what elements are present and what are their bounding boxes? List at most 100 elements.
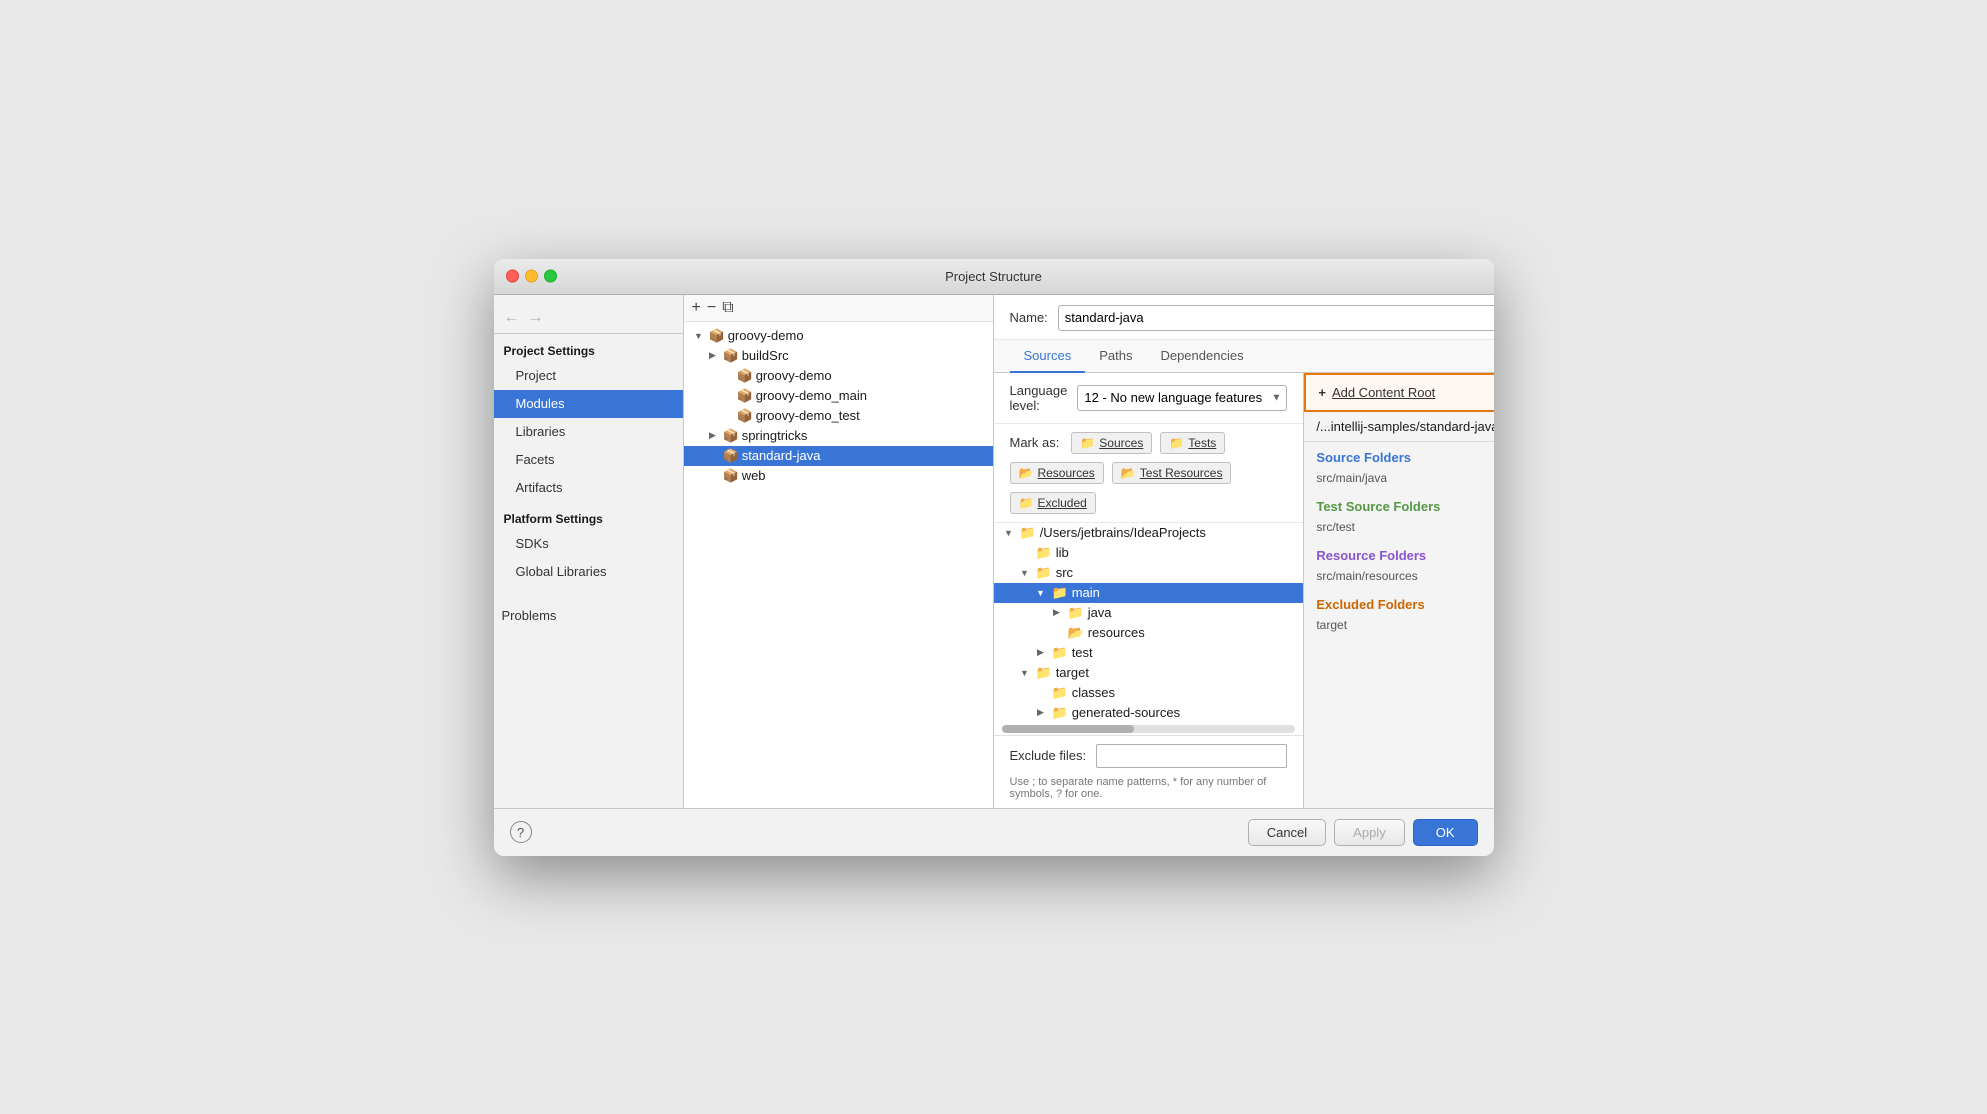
resource-folders-section: Resource Folders src/main/resources ✎ ✕ xyxy=(1304,540,1493,589)
test-source-folder-path: src/test xyxy=(1316,520,1493,534)
file-tree-item-target[interactable]: ▼ 📁 target xyxy=(994,663,1304,683)
add-content-root-label: Add Content Root xyxy=(1332,385,1435,400)
tests-folder-icon: 📁 xyxy=(1169,436,1184,450)
tree-item-springtricks[interactable]: ▶ 📦 springtricks xyxy=(684,426,993,446)
src-folder-icon: 📁 xyxy=(1036,565,1052,581)
source-folders-title: Source Folders xyxy=(1316,450,1493,465)
test-resources-folder-icon: 📂 xyxy=(1121,466,1136,480)
file-tree-item-root[interactable]: ▼ 📁 /Users/jetbrains/IdeaProjects xyxy=(994,523,1304,543)
close-button[interactable] xyxy=(506,270,519,283)
module-icon: 📦 xyxy=(737,368,753,384)
file-tree-item-generated-sources[interactable]: ▶ 📁 generated-sources xyxy=(994,703,1304,723)
mark-tests-label: Tests xyxy=(1188,436,1216,450)
excluded-folders-title: Excluded Folders xyxy=(1316,597,1493,612)
ok-button[interactable]: OK xyxy=(1413,819,1478,846)
tree-item-groovy-demo-child[interactable]: 📦 groovy-demo xyxy=(684,366,993,386)
sidebar-item-artifacts[interactable]: Artifacts xyxy=(494,474,683,502)
tree-item-web[interactable]: 📦 web xyxy=(684,466,993,486)
remove-module-button[interactable]: − xyxy=(707,300,716,316)
main-folder-icon: 📁 xyxy=(1052,585,1068,601)
module-tree: ▼ 📦 groovy-demo ▶ 📦 buildSrc 📦 groovy-de… xyxy=(684,322,993,808)
file-tree-item-test[interactable]: ▶ 📁 test xyxy=(994,643,1304,663)
resource-folder-entry-0: src/main/resources ✎ ✕ xyxy=(1316,567,1493,585)
title-bar: Project Structure xyxy=(494,259,1494,295)
lang-level-label: Language level: xyxy=(1010,383,1068,413)
module-icon: 📦 xyxy=(723,428,739,444)
help-button[interactable]: ? xyxy=(510,821,532,843)
content-root-header: /...intellij-samples/standard-java ✕ xyxy=(1304,412,1493,442)
question-mark-icon: ? xyxy=(517,825,524,840)
sidebar-item-project[interactable]: Project xyxy=(494,362,683,390)
file-tree-item-resources[interactable]: 📂 resources xyxy=(994,623,1304,643)
name-input[interactable] xyxy=(1058,305,1494,331)
minimize-button[interactable] xyxy=(525,270,538,283)
test-source-folders-section: Test Source Folders src/test ✎ ✕ xyxy=(1304,491,1493,540)
cancel-button[interactable]: Cancel xyxy=(1248,819,1326,846)
lang-level-select[interactable]: 12 - No new language features xyxy=(1077,385,1287,411)
footer-left: ? xyxy=(510,821,1240,843)
resources-folder-icon2: 📂 xyxy=(1068,625,1084,641)
resource-folder-path: src/main/resources xyxy=(1316,569,1493,583)
back-arrow[interactable]: ← xyxy=(504,309,520,327)
sidebar-item-facets[interactable]: Facets xyxy=(494,446,683,474)
exclude-label: Exclude files: xyxy=(1010,748,1087,763)
forward-arrow[interactable]: → xyxy=(528,309,544,327)
source-folders-section: Source Folders src/main/java ✎ ✕ xyxy=(1304,442,1493,491)
mark-as-excluded-button[interactable]: 📁 Excluded xyxy=(1010,492,1096,514)
tree-item-groovy-demo-test[interactable]: 📦 groovy-demo_test xyxy=(684,406,993,426)
dialog-footer: ? Cancel Apply OK xyxy=(494,808,1494,856)
file-tree-item-lib[interactable]: 📁 lib xyxy=(994,543,1304,563)
maximize-button[interactable] xyxy=(544,270,557,283)
sidebar-item-sdks[interactable]: SDKs xyxy=(494,530,683,558)
content-root-path: /...intellij-samples/standard-java xyxy=(1316,419,1493,434)
tab-dependencies[interactable]: Dependencies xyxy=(1146,340,1257,373)
module-icon: 📦 xyxy=(723,468,739,484)
platform-settings-header: Platform Settings xyxy=(494,502,683,530)
sidebar-item-modules[interactable]: Modules xyxy=(494,390,683,418)
mark-as-resources-button[interactable]: 📂 Resources xyxy=(1010,462,1104,484)
tree-item-groovy-demo-main[interactable]: 📦 groovy-demo_main xyxy=(684,386,993,406)
resource-folders-title: Resource Folders xyxy=(1316,548,1493,563)
copy-module-button[interactable]: ⧉ xyxy=(722,300,733,316)
module-tree-panel: + − ⧉ ▼ 📦 groovy-demo ▶ 📦 buildSrc xyxy=(684,295,994,808)
test-source-folder-entry-0: src/test ✎ ✕ xyxy=(1316,518,1493,536)
add-module-button[interactable]: + xyxy=(692,300,701,316)
module-icon: 📦 xyxy=(723,348,739,364)
mark-as-sources-button[interactable]: 📁 Sources xyxy=(1071,432,1152,454)
module-icon: 📦 xyxy=(709,328,725,344)
file-tree-item-src[interactable]: ▼ 📁 src xyxy=(994,563,1304,583)
mark-sources-label: Sources xyxy=(1099,436,1143,450)
tree-item-standard-java[interactable]: 📦 standard-java xyxy=(684,446,993,466)
sidebar-item-libraries[interactable]: Libraries xyxy=(494,418,683,446)
exclude-input[interactable] xyxy=(1096,744,1287,768)
mark-as-label: Mark as: xyxy=(1010,435,1060,450)
module-icon: 📦 xyxy=(737,388,753,404)
sidebar-item-problems[interactable]: Problems xyxy=(494,602,683,630)
dialog-body: ← → Project Settings Project Modules Lib… xyxy=(494,295,1494,808)
mark-as-tests-button[interactable]: 📁 Tests xyxy=(1160,432,1225,454)
lang-level-row: Language level: 12 - No new language fea… xyxy=(994,373,1304,424)
tree-item-buildsrc[interactable]: ▶ 📦 buildSrc xyxy=(684,346,993,366)
sidebar-item-global-libraries[interactable]: Global Libraries xyxy=(494,558,683,586)
horizontal-scrollbar[interactable] xyxy=(1002,725,1296,733)
add-content-root-button[interactable]: + Add Content Root xyxy=(1304,373,1493,412)
mark-as-test-resources-button[interactable]: 📂 Test Resources xyxy=(1112,462,1232,484)
name-row: Name: xyxy=(994,295,1494,340)
generated-folder-icon: 📁 xyxy=(1052,705,1068,721)
main-content: Name: Sources Paths Dependencies Languag… xyxy=(994,295,1494,808)
file-tree-item-java[interactable]: ▶ 📁 java xyxy=(994,603,1304,623)
file-tree-item-main[interactable]: ▼ 📁 main xyxy=(994,583,1304,603)
excluded-folders-section: Excluded Folders target ✎ ✕ xyxy=(1304,589,1493,638)
excluded-folder-icon: 📁 xyxy=(1019,496,1034,510)
exclude-row: Exclude files: xyxy=(994,735,1304,776)
tab-paths[interactable]: Paths xyxy=(1085,340,1146,373)
tree-item-groovy-demo-root[interactable]: ▼ 📦 groovy-demo xyxy=(684,326,993,346)
source-folder-path: src/main/java xyxy=(1316,471,1493,485)
file-tree-item-classes[interactable]: 📁 classes xyxy=(994,683,1304,703)
apply-button[interactable]: Apply xyxy=(1334,819,1405,846)
tab-sources[interactable]: Sources xyxy=(1010,340,1086,373)
traffic-lights xyxy=(506,270,557,283)
test-source-folders-title: Test Source Folders xyxy=(1316,499,1493,514)
exclude-hint: Use ; to separate name patterns, * for a… xyxy=(994,776,1304,808)
file-tree: ▼ 📁 /Users/jetbrains/IdeaProjects 📁 lib xyxy=(994,523,1304,723)
